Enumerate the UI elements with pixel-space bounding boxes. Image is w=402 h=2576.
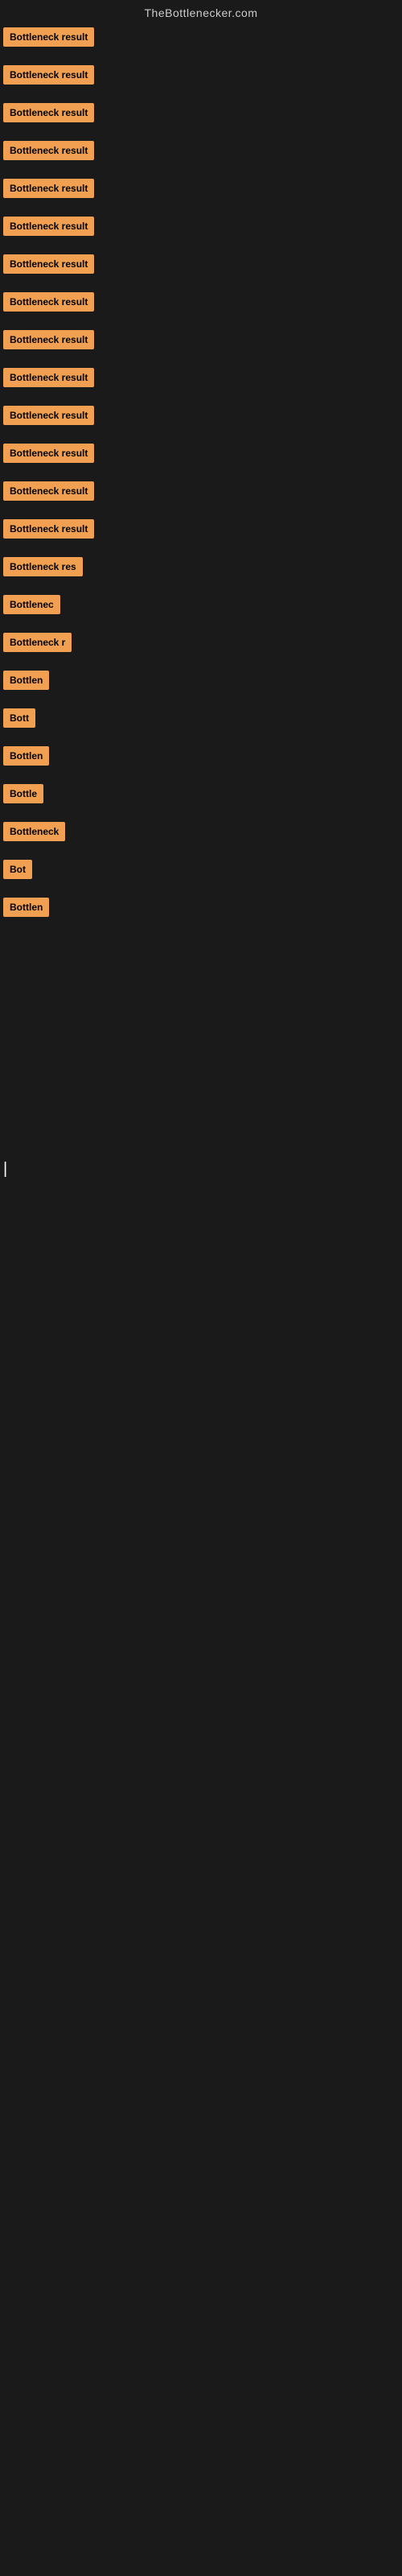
bottleneck-badge-6[interactable]: Bottleneck result	[3, 217, 94, 236]
bottleneck-badge-24[interactable]: Bottlen	[3, 898, 49, 917]
bottleneck-row-21[interactable]: Bottle	[3, 784, 402, 807]
bottleneck-badge-18[interactable]: Bottlen	[3, 671, 49, 690]
bottleneck-badge-17[interactable]: Bottleneck r	[3, 633, 72, 652]
bottleneck-row-23[interactable]: Bot	[3, 860, 402, 883]
bottleneck-row-6[interactable]: Bottleneck result	[3, 217, 402, 240]
bottleneck-row-4[interactable]: Bottleneck result	[3, 141, 402, 164]
bottleneck-badge-14[interactable]: Bottleneck result	[3, 519, 94, 539]
bottleneck-badge-4[interactable]: Bottleneck result	[3, 141, 94, 160]
bottleneck-badge-12[interactable]: Bottleneck result	[3, 444, 94, 463]
bottleneck-row-9[interactable]: Bottleneck result	[3, 330, 402, 353]
bottleneck-badge-13[interactable]: Bottleneck result	[3, 481, 94, 501]
bottleneck-badge-23[interactable]: Bot	[3, 860, 32, 879]
bottleneck-row-3[interactable]: Bottleneck result	[3, 103, 402, 126]
bottleneck-row-22[interactable]: Bottleneck	[3, 822, 402, 845]
bottleneck-badge-22[interactable]: Bottleneck	[3, 822, 65, 841]
bottleneck-badge-1[interactable]: Bottleneck result	[3, 27, 94, 47]
bottleneck-badge-3[interactable]: Bottleneck result	[3, 103, 94, 122]
bottleneck-badge-2[interactable]: Bottleneck result	[3, 65, 94, 85]
bottleneck-row-16[interactable]: Bottlenec	[3, 595, 402, 618]
bottleneck-badge-15[interactable]: Bottleneck res	[3, 557, 83, 576]
bottleneck-row-13[interactable]: Bottleneck result	[3, 481, 402, 505]
site-title-container: TheBottlenecker.com	[0, 0, 402, 27]
bottleneck-badge-10[interactable]: Bottleneck result	[3, 368, 94, 387]
bottleneck-row-5[interactable]: Bottleneck result	[3, 179, 402, 202]
bottleneck-row-7[interactable]: Bottleneck result	[3, 254, 402, 278]
bottleneck-badge-5[interactable]: Bottleneck result	[3, 179, 94, 198]
rows-container: Bottleneck result Bottleneck result Bottle…	[0, 27, 402, 921]
cursor-indicator: |	[3, 1161, 7, 1177]
bottleneck-row-1[interactable]: Bottleneck result	[3, 27, 402, 51]
bottleneck-row-8[interactable]: Bottleneck result	[3, 292, 402, 316]
bottleneck-row-19[interactable]: Bott	[3, 708, 402, 732]
bottleneck-badge-11[interactable]: Bottleneck result	[3, 406, 94, 425]
bottleneck-row-15[interactable]: Bottleneck res	[3, 557, 402, 580]
bottleneck-row-2[interactable]: Bottleneck result	[3, 65, 402, 89]
bottleneck-badge-7[interactable]: Bottleneck result	[3, 254, 94, 274]
bottleneck-row-12[interactable]: Bottleneck result	[3, 444, 402, 467]
bottleneck-badge-20[interactable]: Bottlen	[3, 746, 49, 766]
bottleneck-row-17[interactable]: Bottleneck r	[3, 633, 402, 656]
bottleneck-badge-19[interactable]: Bott	[3, 708, 35, 728]
bottleneck-row-14[interactable]: Bottleneck result	[3, 519, 402, 543]
bottleneck-row-20[interactable]: Bottlen	[3, 746, 402, 770]
bottleneck-row-24[interactable]: Bottlen	[3, 898, 402, 921]
bottleneck-row-10[interactable]: Bottleneck result	[3, 368, 402, 391]
bottleneck-badge-8[interactable]: Bottleneck result	[3, 292, 94, 312]
bottleneck-badge-16[interactable]: Bottlenec	[3, 595, 60, 614]
site-title: TheBottlenecker.com	[144, 0, 257, 26]
bottleneck-badge-9[interactable]: Bottleneck result	[3, 330, 94, 349]
bottleneck-row-11[interactable]: Bottleneck result	[3, 406, 402, 429]
bottleneck-badge-21[interactable]: Bottle	[3, 784, 43, 803]
cursor-container: |	[0, 935, 402, 1579]
bottleneck-row-18[interactable]: Bottlen	[3, 671, 402, 694]
